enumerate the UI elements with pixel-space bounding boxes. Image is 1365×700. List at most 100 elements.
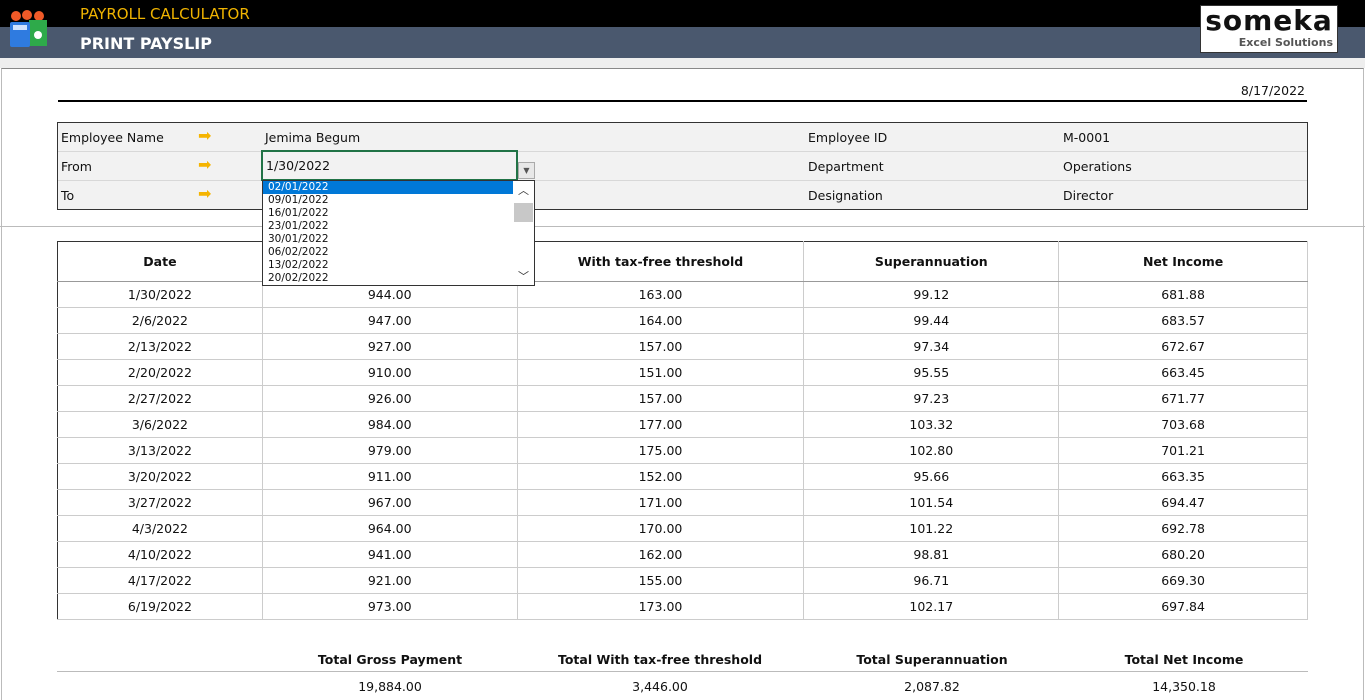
table-cell: 703.68 (1058, 411, 1308, 438)
table-cell: 157.00 (517, 333, 805, 360)
employee-info: Employee Name ➡ Jemima Begum Employee ID… (57, 122, 1308, 210)
table-cell: 3/20/2022 (57, 463, 263, 490)
dropdown-option[interactable]: 09/01/2022 (263, 194, 513, 207)
arrow-right-icon: ➡ (198, 155, 212, 174)
from-date-cell[interactable]: 1/30/2022 (261, 150, 518, 181)
table-cell: 681.88 (1058, 281, 1308, 308)
table-cell: 669.30 (1058, 567, 1308, 594)
from-date-dropdown[interactable]: 02/01/2022 09/01/2022 16/01/2022 23/01/2022… (262, 180, 535, 286)
employee-name-value[interactable]: Jemima Begum (265, 130, 360, 145)
app-title: PAYROLL CALCULATOR (80, 5, 250, 23)
table-cell: 4/17/2022 (57, 567, 263, 594)
table-cell: 164.00 (517, 307, 805, 334)
table-cell: 941.00 (262, 541, 518, 568)
arrow-right-icon: ➡ (198, 126, 212, 145)
column-header: With tax-free threshold (517, 241, 805, 282)
table-cell: 95.55 (803, 359, 1060, 386)
dropdown-option[interactable]: 13/02/2022 (263, 259, 513, 272)
table-cell: 175.00 (517, 437, 805, 464)
table-row: 2/6/2022 947.00 164.00 99.44 683.57 (57, 307, 1308, 334)
table-cell: 99.44 (803, 307, 1060, 334)
dropdown-scrollbar[interactable]: ︿ ﹀ (513, 181, 534, 285)
table-row: 2/27/2022 926.00 157.00 97.23 671.77 (57, 385, 1308, 412)
table-cell: 155.00 (517, 567, 805, 594)
designation-value: Director (1063, 188, 1114, 203)
table-cell: 964.00 (262, 515, 518, 542)
dropdown-option[interactable]: 23/01/2022 (263, 220, 513, 233)
table-cell: 102.80 (803, 437, 1060, 464)
column-header: Net Income (1058, 241, 1308, 282)
total-label: Total Gross Payment (317, 652, 463, 667)
total-label: Total Net Income (1124, 652, 1244, 667)
from-label: From (61, 159, 92, 174)
table-cell: 4/10/2022 (57, 541, 263, 568)
table-row: 4/3/2022 964.00 170.00 101.22 692.78 (57, 515, 1308, 542)
table-row: 3/20/2022 911.00 152.00 95.66 663.35 (57, 463, 1308, 490)
table-cell: 967.00 (262, 489, 518, 516)
table-cell: 979.00 (262, 437, 518, 464)
table-cell: 697.84 (1058, 593, 1308, 620)
table-cell: 911.00 (262, 463, 518, 490)
dropdown-option[interactable]: 02/01/2022 (263, 181, 513, 194)
table-cell: 177.00 (517, 411, 805, 438)
table-row: 6/19/2022 973.00 173.00 102.17 697.84 (57, 593, 1308, 620)
table-cell: 1/30/2022 (57, 281, 263, 308)
someka-logo[interactable]: someka Excel Solutions (1200, 5, 1338, 53)
table-row: 3/13/2022 979.00 175.00 102.80 701.21 (57, 437, 1308, 464)
arrow-right-icon: ➡ (198, 184, 212, 203)
table-cell: 694.47 (1058, 489, 1308, 516)
payslip-table: Date With tax-free threshold Superannuatio… (57, 241, 1308, 620)
dropdown-option[interactable]: 30/01/2022 (263, 233, 513, 246)
table-cell: 163.00 (517, 281, 805, 308)
dropdown-option[interactable]: 20/02/2022 (263, 272, 513, 285)
to-label: To (61, 188, 75, 203)
table-cell: 170.00 (517, 515, 805, 542)
table-cell: 152.00 (517, 463, 805, 490)
table-cell: 927.00 (262, 333, 518, 360)
total-value: 2,087.82 (904, 679, 960, 694)
table-cell: 102.17 (803, 593, 1060, 620)
table-row: 4/10/2022 941.00 162.00 98.81 680.20 (57, 541, 1308, 568)
column-header: Superannuation (803, 241, 1060, 282)
total-label: Total With tax-free threshold (557, 652, 763, 667)
table-cell: 910.00 (262, 359, 518, 386)
table-cell: 157.00 (517, 385, 805, 412)
table-cell: 6/19/2022 (57, 593, 263, 620)
scroll-down-icon[interactable]: ﹀ (513, 268, 534, 284)
designation-label: Designation (808, 188, 883, 203)
table-cell: 171.00 (517, 489, 805, 516)
table-row: 3/6/2022 984.00 177.00 103.32 703.68 (57, 411, 1308, 438)
column-header: Date (57, 241, 263, 282)
table-cell: 97.34 (803, 333, 1060, 360)
table-cell: 921.00 (262, 567, 518, 594)
table-cell: 162.00 (517, 541, 805, 568)
scroll-thumb[interactable] (514, 203, 533, 222)
table-cell: 99.12 (803, 281, 1060, 308)
table-row: 2/20/2022 910.00 151.00 95.55 663.45 (57, 359, 1308, 386)
table-cell: 671.77 (1058, 385, 1308, 412)
totals-divider (57, 671, 1308, 672)
payroll-calculator-icon (10, 10, 47, 47)
table-cell: 2/20/2022 (57, 359, 263, 386)
dropdown-option[interactable]: 06/02/2022 (263, 246, 513, 259)
dropdown-option[interactable]: 16/01/2022 (263, 207, 513, 220)
total-value: 19,884.00 (358, 679, 422, 694)
table-cell: 680.20 (1058, 541, 1308, 568)
table-cell: 926.00 (262, 385, 518, 412)
table-cell: 683.57 (1058, 307, 1308, 334)
current-date: 8/17/2022 (1240, 83, 1305, 98)
department-value: Operations (1063, 159, 1132, 174)
section-divider (0, 226, 1365, 227)
employee-id-label: Employee ID (808, 130, 888, 145)
scroll-up-icon[interactable]: ︿ (513, 182, 534, 198)
dropdown-arrow-button[interactable]: ▼ (518, 162, 535, 179)
table-row: 1/30/2022 944.00 163.00 99.12 681.88 (57, 281, 1308, 308)
table-cell: 663.45 (1058, 359, 1308, 386)
table-cell: 672.67 (1058, 333, 1308, 360)
page-title: PRINT PAYSLIP (80, 34, 212, 53)
table-cell: 101.54 (803, 489, 1060, 516)
table-cell: 984.00 (262, 411, 518, 438)
table-cell: 663.35 (1058, 463, 1308, 490)
table-cell: 101.22 (803, 515, 1060, 542)
table-cell: 96.71 (803, 567, 1060, 594)
